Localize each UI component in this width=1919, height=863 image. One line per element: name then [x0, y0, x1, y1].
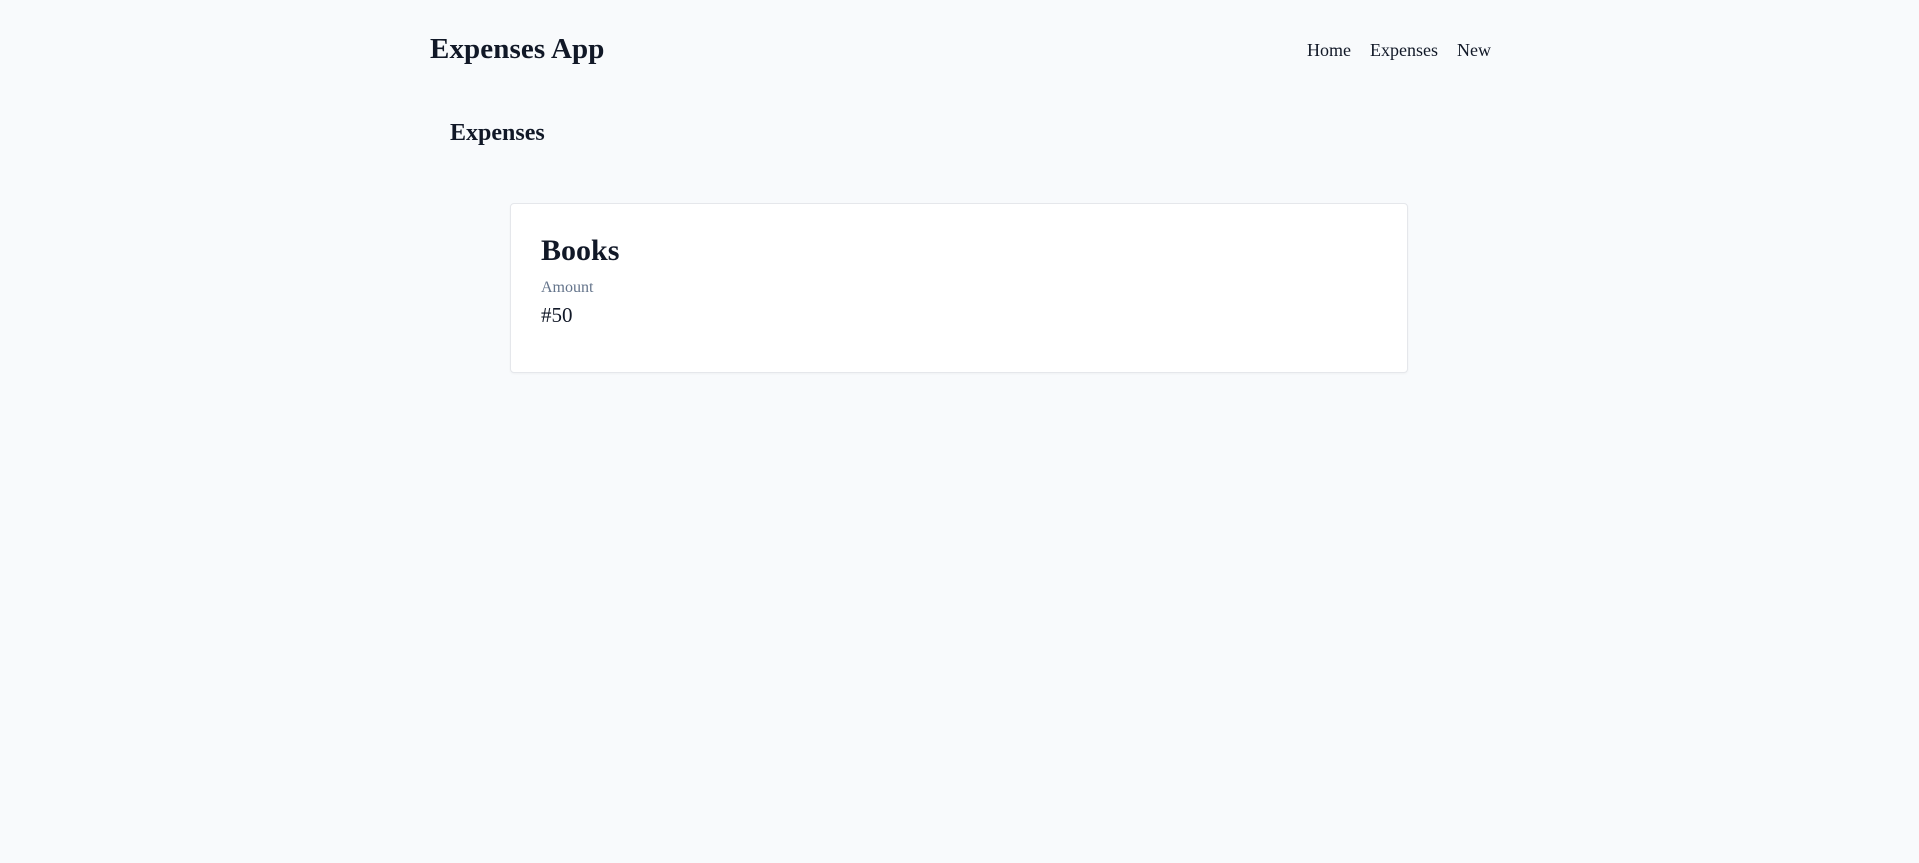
- nav-link-expenses[interactable]: Expenses: [1370, 40, 1438, 61]
- main-nav: Home Expenses New: [1307, 38, 1491, 61]
- expense-name: Books: [541, 234, 620, 267]
- app-brand[interactable]: Expenses App: [430, 33, 604, 66]
- expense-amount-value: #50: [541, 303, 573, 327]
- page-title: Expenses: [450, 120, 545, 146]
- site-header: Expenses App Home Expenses New: [430, 28, 1491, 70]
- nav-link-home[interactable]: Home: [1307, 40, 1351, 61]
- nav-link-new[interactable]: New: [1457, 40, 1491, 61]
- expense-card[interactable]: Books Amount #50: [510, 203, 1408, 373]
- expense-amount-label: Amount: [541, 279, 594, 296]
